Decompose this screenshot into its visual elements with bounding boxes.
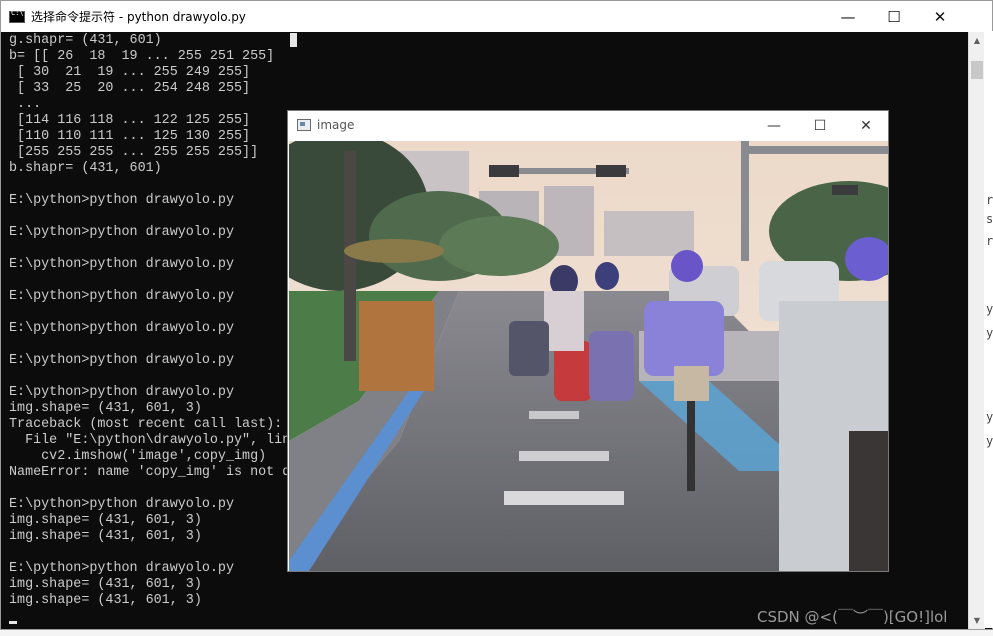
close-icon: ✕ bbox=[933, 7, 947, 26]
bg-fragment: r bbox=[986, 193, 993, 207]
close-icon: ✕ bbox=[860, 118, 872, 134]
console-title: 选择命令提示符 - python drawyolo.py bbox=[31, 10, 246, 24]
cmd-icon bbox=[9, 9, 25, 23]
console-line: [ 33 25 20 ... 254 248 255] bbox=[9, 81, 251, 96]
console-line: [ 30 21 19 ... 255 249 255] bbox=[9, 65, 251, 80]
console-titlebar[interactable]: 选择命令提示符 - python drawyolo.py — ☐ ✕ bbox=[1, 1, 992, 32]
street-scene-image bbox=[289, 141, 888, 571]
minimize-icon: — bbox=[840, 7, 856, 26]
console-scrollbar[interactable]: ▲ ▼ bbox=[968, 32, 985, 629]
bg-fragment: y bbox=[986, 410, 993, 424]
maximize-icon: ☐ bbox=[813, 118, 827, 134]
image-window-titlebar[interactable]: image — ☐ ✕ bbox=[288, 111, 888, 141]
image-window-title: image bbox=[317, 118, 355, 132]
console-line: img.shape= (431, 601, 3) bbox=[9, 577, 202, 592]
minimize-icon: — bbox=[767, 118, 781, 134]
bg-fragment: s bbox=[986, 212, 993, 226]
maximize-button[interactable]: ☐ bbox=[871, 1, 917, 32]
bg-fragment: y bbox=[986, 326, 993, 340]
maximize-icon: ☐ bbox=[887, 7, 901, 26]
console-line: b= [[ 26 18 19 ... 255 251 255] bbox=[9, 49, 275, 64]
image-maximize-button[interactable]: ☐ bbox=[806, 115, 834, 137]
scroll-up-arrow-icon[interactable]: ▲ bbox=[969, 32, 985, 49]
console-line: g.shapr= (431, 601) bbox=[9, 33, 162, 48]
image-close-button[interactable]: ✕ bbox=[852, 115, 880, 137]
bg-fragment: r bbox=[986, 234, 993, 248]
text-cursor bbox=[290, 33, 297, 47]
bg-fragment: y bbox=[986, 434, 993, 448]
close-button[interactable]: ✕ bbox=[917, 1, 963, 32]
street-photo bbox=[289, 141, 888, 571]
bg-fragment: y bbox=[986, 302, 993, 316]
image-window[interactable]: image — ☐ ✕ bbox=[287, 110, 889, 572]
scrollbar-thumb[interactable] bbox=[971, 61, 983, 79]
image-icon bbox=[297, 119, 311, 131]
minimize-button[interactable]: — bbox=[825, 1, 871, 32]
scroll-down-arrow-icon[interactable]: ▼ bbox=[969, 612, 985, 629]
image-minimize-button[interactable]: — bbox=[760, 115, 788, 137]
prompt-cursor bbox=[9, 621, 17, 624]
csdn-watermark: CSDN @<(￣︶￣)[GO!]lol bbox=[757, 608, 948, 626]
